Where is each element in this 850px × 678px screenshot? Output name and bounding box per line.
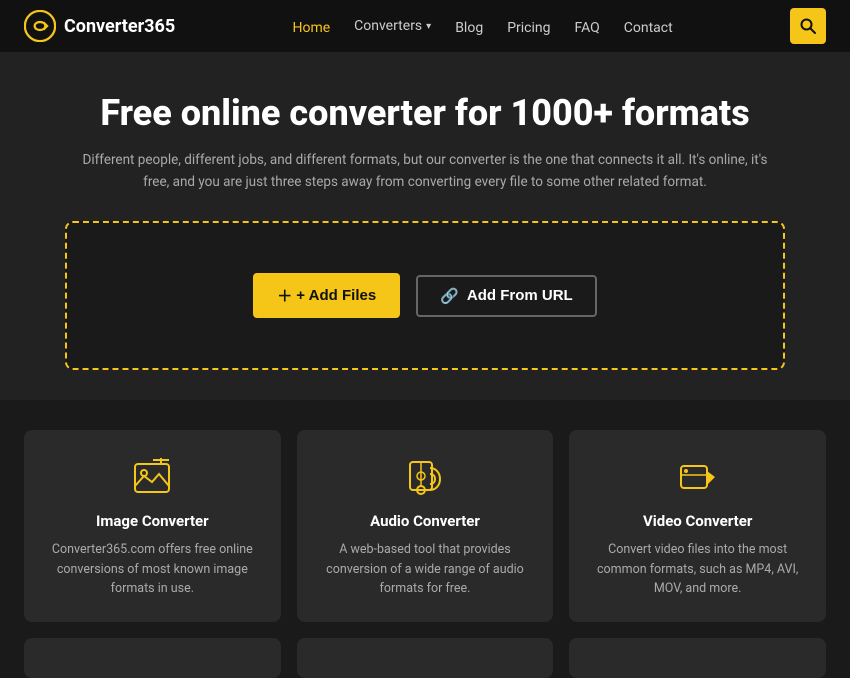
plus-icon: ＋ — [277, 285, 292, 306]
image-converter-icon — [131, 458, 173, 500]
hero-subtitle: Different people, different jobs, and di… — [75, 150, 775, 193]
partial-card-1 — [24, 638, 281, 678]
nav-contact[interactable]: Contact — [624, 20, 673, 36]
logo[interactable]: Converter365 — [24, 10, 175, 42]
video-converter-title: Video Converter — [589, 512, 806, 530]
nav-converters[interactable]: Converters ▾ — [354, 18, 431, 34]
feature-card-video[interactable]: Video Converter Convert video files into… — [569, 430, 826, 622]
search-icon — [800, 18, 816, 34]
hero-section: Free online converter for 1000+ formats … — [0, 52, 850, 400]
chevron-down-icon: ▾ — [426, 21, 431, 32]
image-converter-desc: Converter365.com offers free online conv… — [44, 540, 261, 598]
video-converter-desc: Convert video files into the most common… — [589, 540, 806, 598]
logo-text: Converter365 — [64, 16, 175, 37]
feature-card-image[interactable]: Image Converter Converter365.com offers … — [24, 430, 281, 622]
feature-card-audio[interactable]: Audio Converter A web-based tool that pr… — [297, 430, 554, 622]
nav-blog[interactable]: Blog — [455, 20, 483, 36]
logo-icon — [24, 10, 56, 42]
image-converter-title: Image Converter — [44, 512, 261, 530]
navbar: Converter365 Home Converters ▾ Blog Pric… — [0, 0, 850, 52]
search-button[interactable] — [790, 8, 826, 44]
hero-title: Free online converter for 1000+ formats — [24, 92, 826, 134]
partial-card-2 — [297, 638, 554, 678]
add-url-button[interactable]: 🔗 Add From URL — [416, 275, 597, 317]
dropzone[interactable]: ＋ + Add Files 🔗 Add From URL — [65, 221, 785, 370]
add-files-button[interactable]: ＋ + Add Files — [253, 273, 400, 318]
nav-links: Home Converters ▾ Blog Pricing FAQ Conta… — [292, 17, 672, 36]
features-bottom-row — [0, 622, 850, 678]
video-converter-icon — [677, 458, 719, 500]
features-grid: Image Converter Converter365.com offers … — [0, 400, 850, 622]
nav-home[interactable]: Home — [292, 20, 330, 36]
partial-card-3 — [569, 638, 826, 678]
link-icon: 🔗 — [440, 287, 459, 305]
nav-pricing[interactable]: Pricing — [507, 20, 550, 36]
nav-faq[interactable]: FAQ — [575, 20, 600, 36]
audio-converter-title: Audio Converter — [317, 512, 534, 530]
audio-converter-icon — [404, 458, 446, 500]
audio-converter-desc: A web-based tool that provides conversio… — [317, 540, 534, 598]
